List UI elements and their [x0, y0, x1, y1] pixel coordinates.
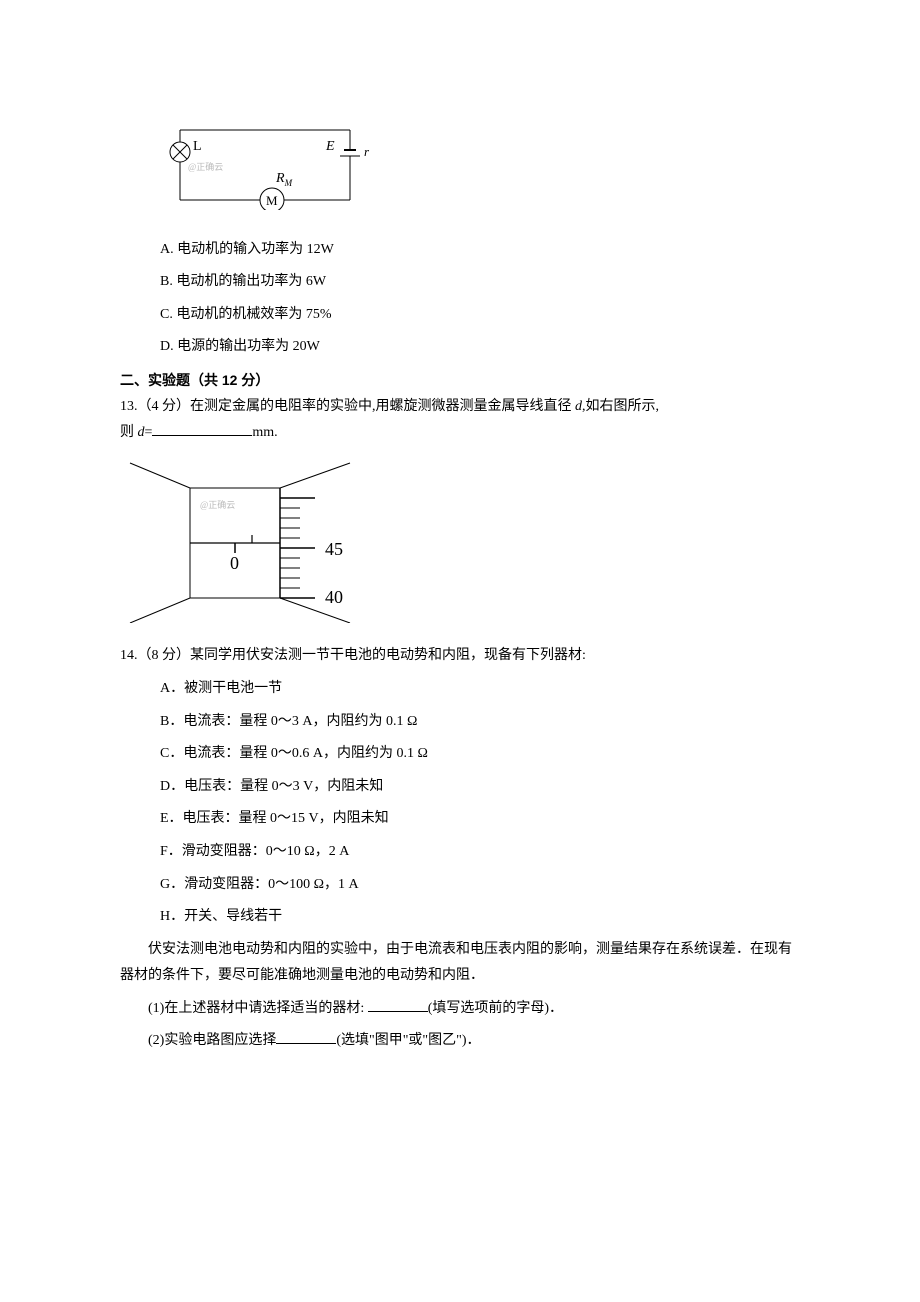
micrometer-main-0: 0	[230, 553, 239, 573]
q14-option-C: C．电流表：量程 0～0.6 A，内阻约为 0.1 Ω	[160, 741, 800, 768]
q12-option-B: B. 电动机的输出功率为 6W	[160, 269, 800, 296]
q12-option-D: D. 电源的输出功率为 20W	[160, 334, 800, 361]
q14-option-A: A．被测干电池一节	[160, 676, 800, 703]
q14-blank-2	[276, 1029, 336, 1044]
q14-option-H: H．开关、导线若干	[160, 904, 800, 931]
q14-option-E: E．电压表：量程 0～15 V，内阻未知	[160, 806, 800, 833]
q14-blank-1	[368, 997, 428, 1012]
micrometer-45: 45	[325, 539, 343, 559]
q14-option-D: D．电压表：量程 0～3 V，内阻未知	[160, 774, 800, 801]
q13-prompt: 13.（4 分）在测定金属的电阻率的实验中,用螺旋测微器测量金属导线直径 d,如…	[120, 394, 800, 421]
q12-option-A: A. 电动机的输入功率为 12W	[160, 237, 800, 264]
q14-option-B: B．电流表：量程 0～3 A，内阻约为 0.1 Ω	[160, 709, 800, 736]
micrometer-40: 40	[325, 587, 343, 607]
q14-option-G: G．滑动变阻器：0～100 Ω，1 A	[160, 872, 800, 899]
watermark-1: @正确云	[188, 161, 223, 172]
label-r: r	[364, 144, 370, 159]
label-L: L	[193, 139, 202, 154]
micrometer-diagram: 0 45 40 @正确云	[120, 453, 380, 623]
label-E: E	[325, 139, 335, 154]
label-M: M	[266, 193, 278, 208]
label-RM: RM	[275, 171, 293, 188]
q13-blank	[152, 421, 252, 436]
circuit-diagram-motor: L M E r RM @正确云	[160, 120, 370, 210]
q14-intro: 14.（8 分）某同学用伏安法测一节干电池的电动势和内阻，现备有下列器材:	[120, 643, 800, 670]
watermark-2: @正确云	[200, 499, 235, 510]
q13-answer-line: 则 d=mm.	[120, 420, 800, 447]
q14-option-F: F．滑动变阻器：0～10 Ω，2 A	[160, 839, 800, 866]
q12-option-C: C. 电动机的机械效率为 75%	[160, 302, 800, 329]
section-2-header: 二、实验题（共 12 分）	[120, 367, 800, 394]
q14-paragraph: 伏安法测电池电动势和内阻的实验中，由于电流表和电压表内阻的影响，测量结果存在系统…	[120, 937, 800, 990]
q14-sub2: (2)实验电路图应选择(选填"图甲"或"图乙")．	[120, 1028, 800, 1055]
q14-sub1: (1)在上述器材中请选择适当的器材: (填写选项前的字母)．	[120, 996, 800, 1023]
